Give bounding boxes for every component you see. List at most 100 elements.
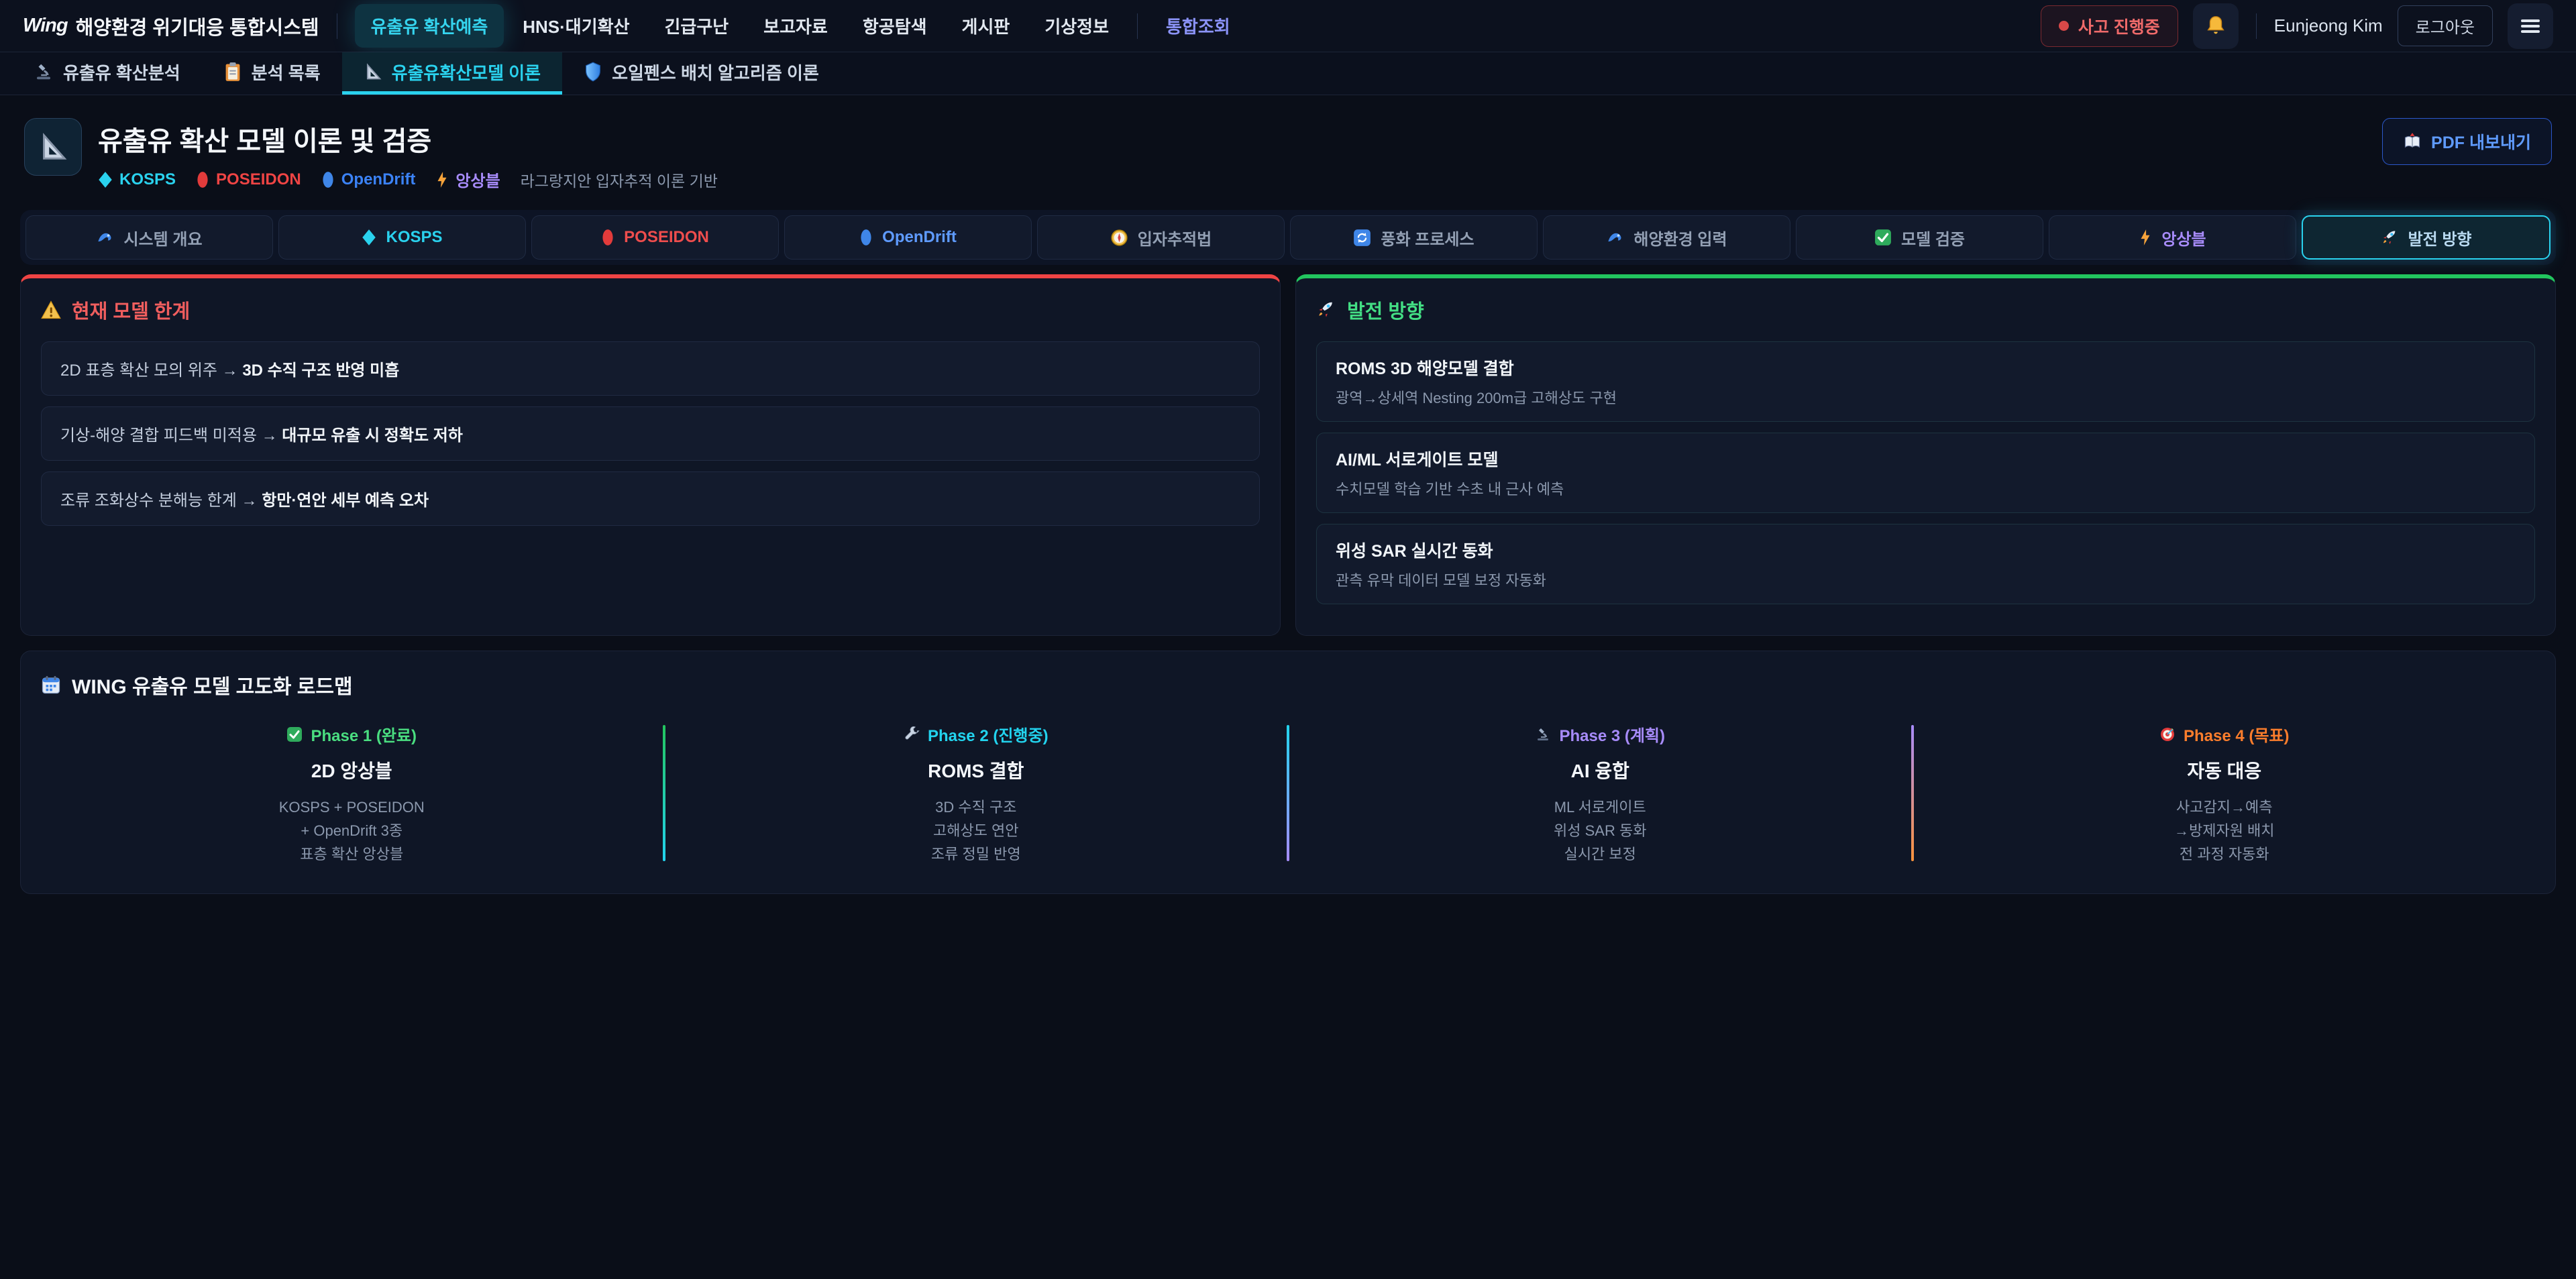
nav-board[interactable]: 게시판 bbox=[946, 4, 1026, 48]
nav-integrated-search[interactable]: 통합조회 bbox=[1150, 4, 1246, 48]
section-opendrift[interactable]: OpenDrift bbox=[784, 215, 1032, 260]
user-name: Eunjeong Kim bbox=[2274, 15, 2383, 36]
page-title-icon-box bbox=[24, 118, 82, 176]
section-label: 모델 검증 bbox=[1901, 226, 1965, 249]
section-poseidon[interactable]: POSEIDON bbox=[531, 215, 779, 260]
tab-spill-analysis[interactable]: 유출유 확산분석 bbox=[12, 52, 202, 95]
phase-line: →방제자원 배치 bbox=[1914, 819, 2536, 842]
check-icon bbox=[286, 726, 303, 742]
nav-weather[interactable]: 기상정보 bbox=[1028, 4, 1125, 48]
tab-analysis-list[interactable]: 분석 목록 bbox=[202, 52, 342, 95]
triangle-ruler-icon bbox=[364, 62, 382, 81]
limitations-title: 현재 모델 한계 bbox=[41, 296, 1260, 324]
tab-label: 분석 목록 bbox=[252, 60, 321, 85]
phase-name: 2D 앙상블 bbox=[41, 757, 663, 783]
tab-label: 유출유확산모델 이론 bbox=[392, 60, 541, 85]
notifications-button[interactable] bbox=[2193, 3, 2239, 49]
section-label: KOSPS bbox=[386, 228, 442, 247]
limitation-highlight: 대규모 유출 시 정확도 저하 bbox=[282, 427, 463, 445]
future-item-desc: 수치모델 학습 기반 수초 내 근사 예측 bbox=[1336, 478, 2516, 499]
app-logo: Wing 해양환경 위기대응 통합시스템 bbox=[23, 12, 319, 40]
opendrift-badge: OpenDrift bbox=[321, 170, 416, 189]
badge-label: KOSPS bbox=[119, 170, 176, 189]
microscope-icon bbox=[1535, 726, 1551, 742]
bell-icon bbox=[2204, 15, 2227, 38]
kosps-badge: KOSPS bbox=[98, 170, 176, 189]
future-title-text: 발전 방향 bbox=[1347, 296, 1424, 324]
top-bar-right: 사고 진행중 Eunjeong Kim 로그아웃 bbox=[2041, 3, 2553, 49]
nav-hns-atmospheric[interactable]: HNS·대기확산 bbox=[506, 4, 645, 48]
red-drop-icon bbox=[196, 171, 209, 188]
tab-oil-fence-theory[interactable]: 오일펜스 배치 알고리즘 이론 bbox=[562, 52, 841, 95]
phase-line: 고해상도 연안 bbox=[665, 819, 1287, 842]
logo-title: 해양환경 위기대응 통합시스템 bbox=[76, 12, 319, 40]
current-limitations-panel: 현재 모델 한계 2D 표층 확산 모의 위주 → 3D 수직 구조 반영 미흡… bbox=[20, 274, 1281, 636]
limitation-text: 기상-해양 결합 피드백 미적용 → bbox=[60, 427, 282, 445]
logout-button[interactable]: 로그아웃 bbox=[2398, 5, 2493, 46]
phase-2-badge: Phase 2 (진행중) bbox=[904, 722, 1049, 746]
roadmap-title: WING 유출유 모델 고도화 로드맵 bbox=[41, 670, 2535, 700]
phase-1-badge: Phase 1 (완료) bbox=[286, 722, 417, 746]
phase-line: 전 과정 자동화 bbox=[1914, 842, 2536, 866]
future-item-title: 위성 SAR 실시간 동화 bbox=[1336, 538, 2516, 562]
pdf-export-label: PDF 내보내기 bbox=[2431, 129, 2531, 154]
pdf-export-icon bbox=[2403, 132, 2422, 151]
section-particle-tracking[interactable]: 입자추적법 bbox=[1037, 215, 1285, 260]
limitation-highlight: 항만·연안 세부 예측 오차 bbox=[262, 492, 429, 510]
limitation-text: 2D 표층 확산 모의 위주 → bbox=[60, 362, 242, 380]
blue-drop-icon bbox=[321, 171, 335, 188]
section-label: 입자추적법 bbox=[1138, 226, 1212, 249]
roadmap-phases: Phase 1 (완료) 2D 앙상블 KOSPS + POSEIDON + O… bbox=[41, 720, 2535, 867]
triangle-ruler-icon bbox=[38, 131, 68, 162]
blue-drop-icon bbox=[859, 229, 873, 246]
nav-aerial-search[interactable]: 항공탐색 bbox=[847, 4, 943, 48]
section-label: 시스템 개요 bbox=[123, 226, 202, 249]
phase-1: Phase 1 (완료) 2D 앙상블 KOSPS + POSEIDON + O… bbox=[41, 720, 663, 867]
tab-label: 오일펜스 배치 알고리즘 이론 bbox=[612, 60, 819, 85]
poseidon-badge: POSEIDON bbox=[196, 170, 301, 189]
section-label: OpenDrift bbox=[882, 228, 957, 247]
section-future-direction[interactable]: 발전 방향 bbox=[2302, 215, 2551, 260]
section-ensemble[interactable]: 앙상블 bbox=[2049, 215, 2296, 260]
phase-line: 위성 SAR 동화 bbox=[1289, 819, 1911, 842]
phase-line: 조류 정밀 반영 bbox=[665, 842, 1287, 866]
section-model-validation[interactable]: 모델 검증 bbox=[1796, 215, 2043, 260]
wave-icon bbox=[96, 229, 114, 247]
section-ocean-env-input[interactable]: 해양환경 입력 bbox=[1543, 215, 1790, 260]
nav-oil-spill-prediction[interactable]: 유출유 확산예측 bbox=[355, 4, 504, 48]
phase-line: KOSPS + POSEIDON bbox=[41, 795, 663, 819]
compass-icon bbox=[1110, 229, 1128, 247]
phase-2: Phase 2 (진행중) ROMS 결합 3D 수직 구조 고해상도 연안 조… bbox=[665, 720, 1287, 867]
phase-line: ML 서로게이트 bbox=[1289, 795, 1911, 819]
tab-model-theory[interactable]: 유출유확산모델 이론 bbox=[342, 52, 563, 95]
pdf-export-button[interactable]: PDF 내보내기 bbox=[2382, 118, 2552, 165]
page-header: 유출유 확산 모델 이론 및 검증 KOSPS POSEIDON OpenDri… bbox=[0, 95, 2576, 198]
section-system-overview[interactable]: 시스템 개요 bbox=[25, 215, 273, 260]
clipboard-icon bbox=[223, 62, 242, 82]
tab-label: 유출유 확산분석 bbox=[63, 60, 180, 85]
section-label: 해양환경 입력 bbox=[1633, 226, 1727, 249]
page-title-block: 유출유 확산 모델 이론 및 검증 KOSPS POSEIDON OpenDri… bbox=[98, 118, 718, 191]
limitation-item: 조류 조화상수 분해능 한계 → 항만·연안 세부 예측 오차 bbox=[41, 471, 1260, 526]
model-badge-row: KOSPS POSEIDON OpenDrift 앙상블 라그랑지안 bbox=[98, 168, 718, 191]
phase-name: 자동 대응 bbox=[1914, 757, 2536, 783]
incident-status-badge[interactable]: 사고 진행중 bbox=[2041, 5, 2178, 47]
section-label: POSEIDON bbox=[624, 228, 709, 247]
user-divider bbox=[2256, 13, 2257, 39]
phase-line: 표층 확산 앙상블 bbox=[41, 842, 663, 866]
section-weathering-process[interactable]: 풍화 프로세스 bbox=[1290, 215, 1538, 260]
sub-tab-bar: 유출유 확산분석 분석 목록 유출유확산모델 이론 오일펜스 배치 알고리즘 이… bbox=[0, 52, 2576, 95]
shield-icon bbox=[584, 62, 602, 82]
target-icon bbox=[2159, 726, 2176, 742]
limitations-title-text: 현재 모델 한계 bbox=[72, 296, 190, 324]
menu-button[interactable] bbox=[2508, 3, 2553, 49]
phase-badge-text: Phase 2 (진행중) bbox=[928, 722, 1049, 746]
future-item-desc: 관측 유막 데이터 모델 보정 자동화 bbox=[1336, 569, 2516, 590]
phase-line: 사고감지→예측 bbox=[1914, 795, 2536, 819]
nav-emergency-rescue[interactable]: 긴급구난 bbox=[648, 4, 745, 48]
section-kosps[interactable]: KOSPS bbox=[278, 215, 526, 260]
limitation-item: 기상-해양 결합 피드백 미적용 → 대규모 유출 시 정확도 저하 bbox=[41, 406, 1260, 461]
main-nav: 유출유 확산예측 HNS·대기확산 긴급구난 보고자료 항공탐색 게시판 기상정… bbox=[355, 4, 1246, 48]
nav-reports[interactable]: 보고자료 bbox=[747, 4, 844, 48]
badge-label: POSEIDON bbox=[216, 170, 301, 189]
